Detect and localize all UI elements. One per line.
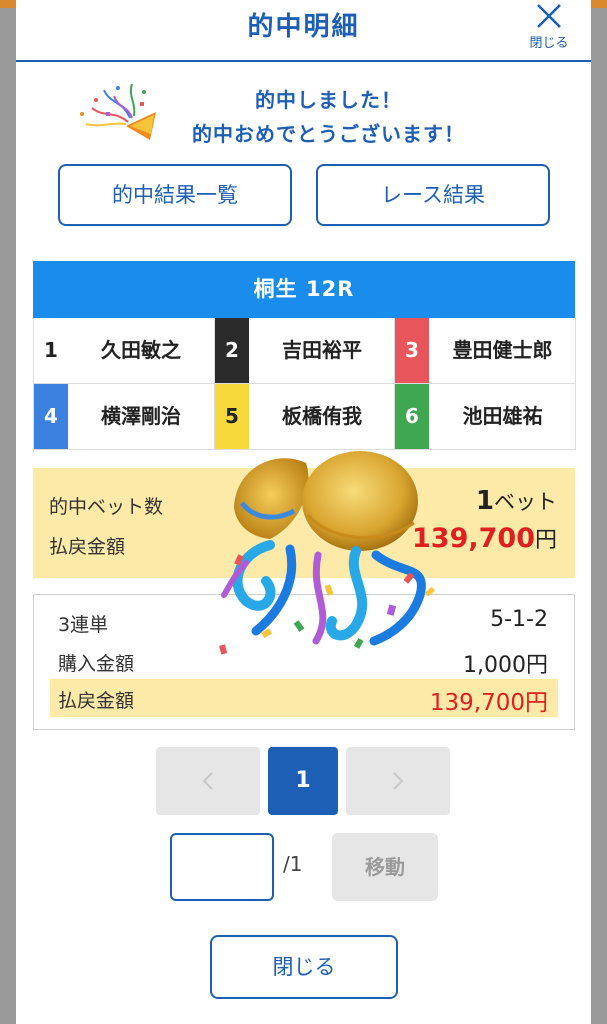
page-jump-input[interactable] — [170, 833, 274, 901]
racer-cell: 1 久田敏之 — [34, 318, 215, 384]
racer-name: 久田敏之 — [101, 338, 181, 362]
combination-value: 5-1-2 — [490, 607, 548, 632]
racer-name: 池田雄祐 — [462, 404, 543, 428]
purchase-amount-label: 購入金額 — [58, 653, 135, 675]
chevron-left-icon — [202, 772, 213, 790]
racer-cell: 4 横澤剛治 — [34, 384, 215, 450]
racer-number: 1 — [34, 318, 68, 383]
racer-number: 5 — [215, 384, 249, 449]
purchase-amount-value: 1,000円 — [463, 653, 548, 678]
close-icon — [537, 4, 561, 28]
racer-name: 板橋侑我 — [282, 404, 362, 428]
racer-name: 豊田健士郎 — [452, 338, 553, 362]
payout-label: 払戻金額 — [49, 536, 126, 558]
bet-detail-panel: 3連単 5-1-2 購入金額 1,000円 払戻金額 139,700円 — [33, 594, 575, 730]
modal-header: 的中明細 閉じる — [16, 0, 591, 62]
payout-unit: 円 — [534, 528, 557, 553]
close-bottom-button[interactable]: 閉じる — [210, 935, 398, 999]
racer-cell: 2 吉田裕平 — [215, 318, 395, 384]
congrats-line-1: 的中しました！ — [255, 88, 402, 112]
racer-number: 2 — [215, 318, 249, 383]
racer-grid: 1 久田敏之 2 吉田裕平 3 豊田健士郎 4 横澤剛治 5 板橋侑我 6 池田… — [33, 318, 576, 452]
racer-name: 吉田裕平 — [282, 338, 362, 362]
racer-cell: 5 板橋侑我 — [215, 384, 395, 450]
hit-summary-panel: 的中ベット数 1ベット 払戻金額 139,700円 — [33, 468, 575, 578]
detail-payout-label: 払戻金額 — [58, 690, 135, 712]
next-page-button[interactable] — [346, 747, 450, 815]
chevron-right-icon — [393, 772, 404, 790]
hit-detail-modal: 的中明細 閉じる 的中しました！ 的中おめでとうございます！ 的中結果一覧 レー… — [16, 0, 591, 1024]
race-result-button[interactable]: レース結果 — [316, 164, 550, 226]
close-button-label: 閉じる — [529, 36, 569, 51]
bet-count-unit: ベット — [494, 490, 557, 514]
congrats-line-2: 的中おめでとうございます！ — [192, 122, 465, 146]
page-number-current[interactable]: 1 — [268, 747, 338, 815]
page-jump-button[interactable]: 移動 — [332, 833, 438, 901]
bet-count-number: 1 — [475, 486, 494, 516]
detail-payout-row: 払戻金額 139,700円 — [50, 679, 558, 717]
hit-list-button[interactable]: 的中結果一覧 — [58, 164, 292, 226]
detail-payout-value: 139,700円 — [429, 690, 548, 716]
racer-number: 4 — [34, 384, 68, 449]
bet-count-value: 1ベット — [476, 486, 557, 516]
close-button[interactable]: 閉じる — [521, 0, 577, 56]
prev-page-button[interactable] — [156, 747, 260, 815]
racer-cell: 6 池田雄祐 — [395, 384, 576, 450]
modal-title: 的中明細 — [247, 12, 360, 42]
bet-count-label: 的中ベット数 — [49, 496, 164, 518]
payout-value: 139,700円 — [412, 522, 557, 554]
race-title: 桐生 12R — [33, 261, 575, 318]
payout-amount: 139,700 — [412, 523, 535, 554]
racer-number: 6 — [395, 384, 429, 449]
page-total: /1 — [283, 852, 303, 876]
racer-number: 3 — [395, 318, 429, 383]
bet-type-label: 3連単 — [58, 614, 109, 636]
racer-cell: 3 豊田健士郎 — [395, 318, 576, 384]
racer-name: 横澤剛治 — [101, 404, 181, 428]
